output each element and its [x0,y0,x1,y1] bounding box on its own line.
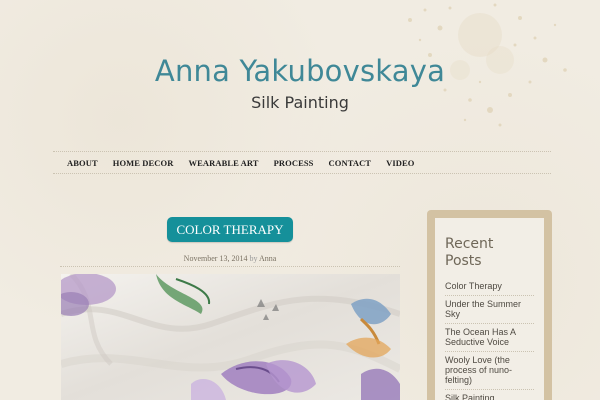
recent-posts-title: Recent Posts [445,236,494,269]
recent-posts-list: Color Therapy Under the Summer Sky The O… [445,278,534,400]
site-tagline: Silk Painting [251,93,349,112]
recent-post-link[interactable]: Under the Summer Sky [445,296,534,324]
recent-post-link[interactable]: The Ocean Has A Seductive Voice [445,324,534,352]
post-date[interactable]: November 13, 2014 [184,254,248,263]
post-meta: November 13, 2014 by Anna [60,254,400,263]
post-featured-image[interactable] [61,274,400,400]
site-title[interactable]: Anna Yakubovskaya [0,54,600,88]
post-by: by [249,254,258,263]
recent-post-link[interactable]: Wooly Love (the process of nuno-felting) [445,352,534,390]
post-author[interactable]: Anna [259,254,276,263]
recent-post-link[interactable]: Color Therapy [445,278,534,296]
post-divider [60,266,400,267]
nav-item-home-decor[interactable]: HOME DECOR [113,158,174,168]
sidebar-widget: Recent Posts Color Therapy Under the Sum… [435,218,544,400]
post-title[interactable]: COLOR THERAPY [167,217,293,242]
main-nav: ABOUT HOME DECOR WEARABLE ART PROCESS CO… [53,151,551,174]
nav-item-about[interactable]: ABOUT [67,158,98,168]
nav-item-process[interactable]: PROCESS [274,158,314,168]
recent-post-link[interactable]: Silk Painting “Presence” [445,390,534,400]
sidebar: Recent Posts Color Therapy Under the Sum… [427,210,552,400]
nav-item-wearable-art[interactable]: WEARABLE ART [188,158,258,168]
nav-item-contact[interactable]: CONTACT [329,158,372,168]
nav-item-video[interactable]: VIDEO [386,158,414,168]
